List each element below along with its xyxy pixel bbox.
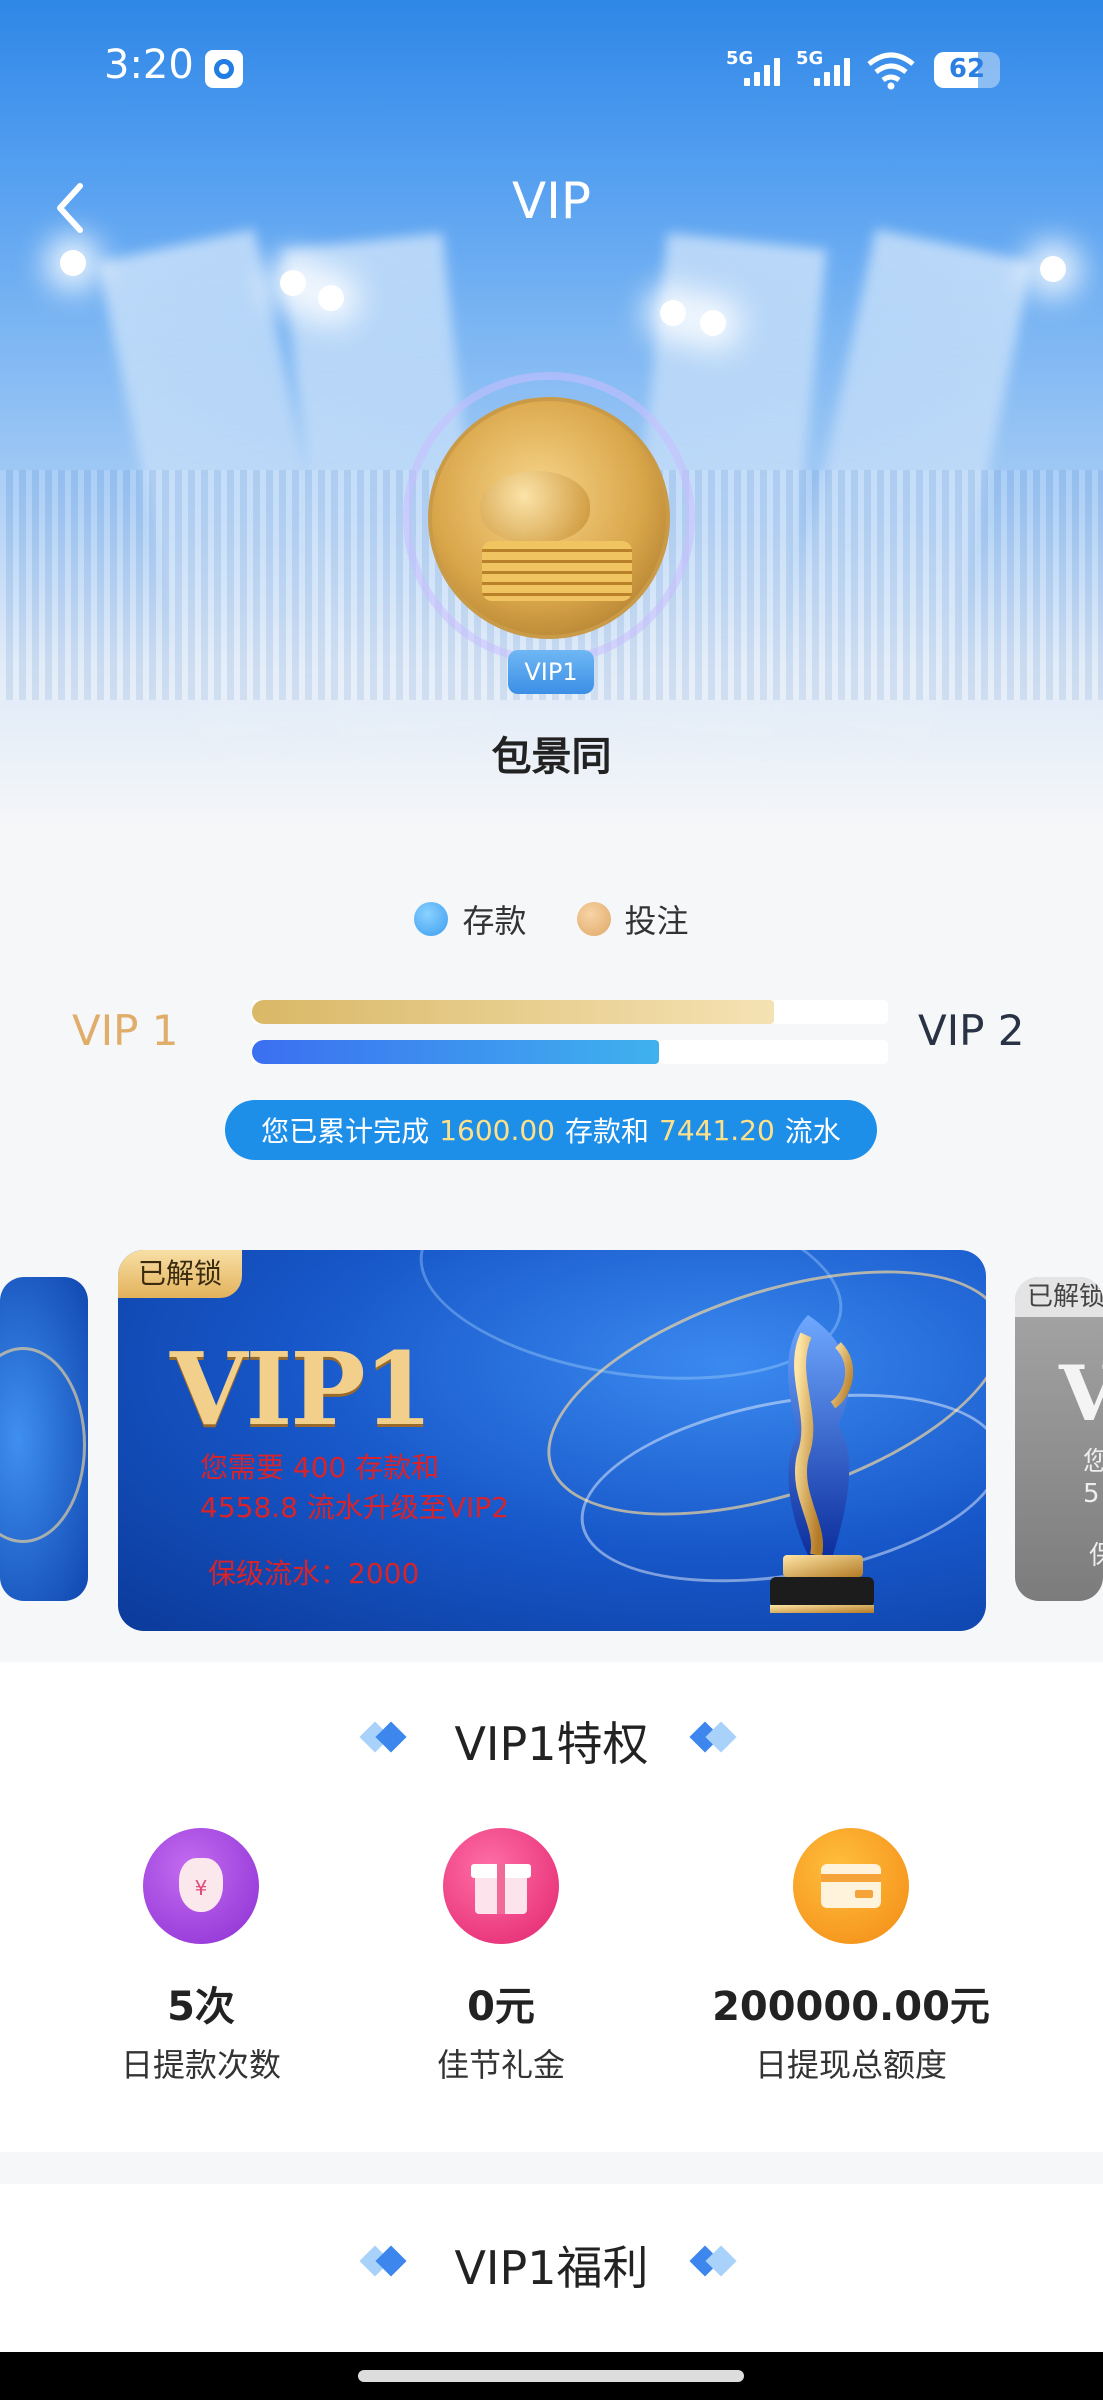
privilege-value: 0元	[467, 1984, 535, 2030]
vip-card-current[interactable]: 已解锁 VIP1 您需要 400 存款和 4558.8 流水升级至VIP2 保级…	[118, 1250, 986, 1631]
gift-icon	[443, 1828, 559, 1944]
signal-bars-icon	[814, 56, 850, 86]
card-icon	[793, 1828, 909, 1944]
card-retention-line: 保级流水：2000	[208, 1557, 420, 1590]
legend-deposit-label: 存款	[462, 902, 527, 940]
privilege-label: 日提现总额度	[754, 2046, 947, 2084]
page-title: VIP	[511, 172, 592, 230]
right-diamonds-icon	[689, 1721, 746, 1753]
privilege-item: 0元 佳节礼金	[331, 1828, 671, 2086]
next-card-tag: 已解锁	[1015, 1277, 1103, 1317]
privileges-title: VIP1特权	[454, 1717, 649, 1771]
summary-mid: 存款和	[564, 1115, 649, 1148]
card-upgrade-line2: 4558.8 流水升级至VIP2	[200, 1491, 509, 1524]
privilege-label: 日提款次数	[120, 2046, 281, 2084]
privilege-value: 5次	[167, 1984, 235, 2030]
bet-progress-fill	[252, 1000, 774, 1024]
wifi-icon	[867, 52, 915, 90]
status-time: 3:20	[104, 42, 194, 88]
coins-icon	[482, 541, 632, 601]
bet-dot-icon	[576, 902, 611, 936]
unlocked-tag: 已解锁	[118, 1250, 243, 1298]
vip-card-next[interactable]: 已解锁 V 您 5 保	[1015, 1277, 1103, 1601]
next-level-label: VIP 2	[918, 1006, 1025, 1055]
benefits-title: VIP1福利	[454, 2241, 649, 2295]
signal-bars-icon	[744, 56, 780, 86]
privilege-value: 200000.00元	[712, 1984, 990, 2030]
legend-deposit: 存款	[414, 896, 527, 942]
next-card-line1: 您	[1083, 1447, 1103, 1477]
deposit-progress-fill	[252, 1040, 660, 1064]
deposit-dot-icon	[414, 902, 449, 936]
legend-bet-label: 投注	[624, 902, 689, 940]
system-navigation-bar	[0, 2352, 1103, 2400]
trophy-icon	[770, 1315, 874, 1613]
battery-icon: 62	[934, 52, 1000, 88]
summary-deposit-amount: 1600.00	[439, 1113, 555, 1147]
status-bar: 3:20 5G 5G 62	[0, 0, 1103, 140]
next-card-line3: 保	[1089, 1541, 1103, 1571]
vip-card-previous[interactable]	[0, 1277, 88, 1601]
current-level-label: VIP 1	[72, 1006, 179, 1055]
privilege-item: 200000.00元 日提现总额度	[681, 1828, 1021, 2086]
vip-level-badge: VIP1	[508, 650, 594, 694]
progress-legend: 存款 投注	[0, 896, 1103, 942]
battery-level: 62	[948, 54, 986, 84]
money-bag-icon: ¥	[143, 1828, 259, 1944]
next-card-title: V	[1059, 1349, 1103, 1438]
deposit-progress-bar	[252, 1040, 888, 1064]
privilege-item: ¥ 5次 日提款次数	[31, 1828, 371, 2086]
card-upgrade-line1: 您需要 400 存款和	[200, 1451, 440, 1484]
legend-bet: 投注	[576, 896, 689, 942]
summary-suffix: 流水	[784, 1115, 841, 1148]
bet-progress-bar	[252, 1000, 888, 1024]
progress-summary: 您已累计完成 1600.00 存款和 7441.20 流水	[225, 1100, 877, 1160]
right-diamonds-icon	[689, 2245, 746, 2277]
piggy-icon	[480, 471, 590, 543]
card-level-title: VIP1	[170, 1330, 433, 1448]
privilege-label: 佳节礼金	[436, 2046, 565, 2084]
summary-prefix: 您已累计完成	[261, 1115, 430, 1148]
username: 包景同	[491, 734, 612, 780]
summary-turnover-amount: 7441.20	[659, 1113, 775, 1147]
avatar	[428, 397, 670, 639]
app-notification-icon	[205, 50, 243, 88]
home-indicator[interactable]	[358, 2370, 744, 2382]
next-card-line2: 5	[1083, 1479, 1100, 1509]
